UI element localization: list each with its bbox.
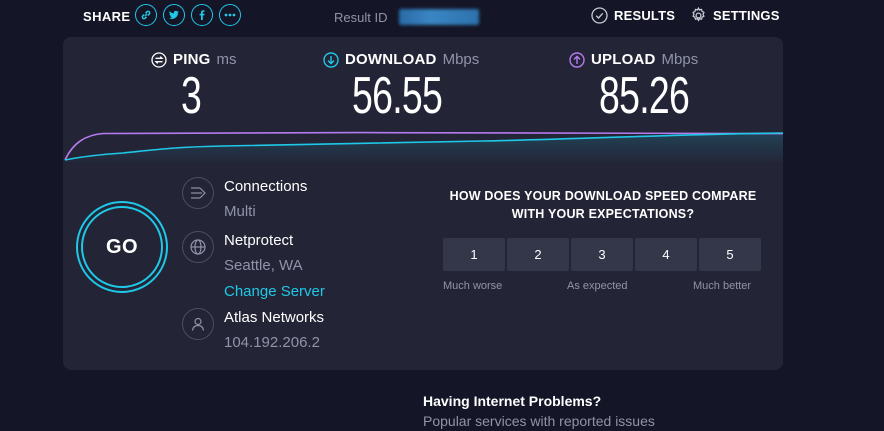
- ping-unit: ms: [216, 51, 237, 68]
- result-id: Result ID: [334, 9, 480, 25]
- globe-icon: [182, 231, 214, 263]
- top-bar: SHARE Result ID RESULTS SETTINGS: [0, 0, 884, 34]
- twitter-icon[interactable]: [163, 4, 185, 26]
- survey-scale-labels: Much worse As expected Much better: [443, 280, 763, 294]
- download-value: 56.55: [352, 67, 443, 125]
- survey-question-line2: WITH YOUR EXPECTATIONS?: [511, 207, 695, 221]
- result-id-value[interactable]: [399, 9, 480, 25]
- gear-icon: [692, 7, 705, 22]
- scale-label-high: Much better: [693, 280, 752, 292]
- rating-option-3[interactable]: 3: [571, 238, 633, 271]
- ping-icon: [151, 51, 167, 68]
- rating-option-2[interactable]: 2: [507, 238, 569, 271]
- problems-title[interactable]: Having Internet Problems?: [423, 393, 601, 409]
- isp-row: Atlas Networks 104.192.206.2: [182, 308, 324, 353]
- download-metric: DOWNLOAD Mbps 56.55: [323, 51, 479, 122]
- download-label: DOWNLOAD: [345, 51, 437, 68]
- upload-unit: Mbps: [661, 51, 699, 68]
- ping-value: 3: [181, 67, 202, 125]
- go-label: GO: [81, 206, 163, 288]
- survey-question-line1: HOW DOES YOUR DOWNLOAD SPEED COMPARE: [449, 189, 757, 203]
- connections-row: Connections Multi: [182, 177, 307, 222]
- share-label: SHARE: [83, 9, 131, 24]
- ip-address: 104.192.206.2: [224, 334, 320, 351]
- connections-value: Multi: [224, 203, 256, 220]
- rating-option-5[interactable]: 5: [699, 238, 761, 271]
- server-host-name: Netprotect: [224, 232, 294, 249]
- upload-value: 85.26: [599, 67, 690, 125]
- ping-label: PING: [173, 51, 211, 68]
- result-id-label: Result ID: [334, 10, 388, 25]
- isp-name: Atlas Networks: [224, 309, 325, 326]
- connections-label: Connections: [224, 178, 308, 195]
- change-server-link[interactable]: Change Server: [224, 282, 325, 302]
- upload-arrow-icon: [569, 51, 585, 68]
- user-icon: [182, 308, 214, 340]
- survey-scale: 1 2 3 4 5: [443, 238, 761, 271]
- download-arrow-icon: [323, 51, 339, 68]
- upload-metric: UPLOAD Mbps 85.26: [569, 51, 724, 122]
- settings-label: SETTINGS: [713, 8, 780, 23]
- link-icon[interactable]: [135, 4, 157, 26]
- results-label: RESULTS: [614, 8, 676, 23]
- settings-link[interactable]: SETTINGS: [690, 7, 780, 24]
- problems-subtitle: Popular services with reported issues: [423, 413, 655, 429]
- server-location: Seattle, WA: [224, 257, 303, 274]
- more-icon[interactable]: [219, 4, 241, 26]
- connections-icon: [182, 177, 214, 209]
- server-row: Netprotect Seattle, WA Change Server: [182, 231, 325, 302]
- scale-label-mid: As expected: [567, 280, 628, 292]
- results-card: PING ms 3 DOWNLOAD Mbps 56.55 UPLOAD Mbp…: [63, 37, 783, 370]
- go-button[interactable]: GO: [76, 201, 168, 293]
- upload-label: UPLOAD: [591, 51, 656, 68]
- download-unit: Mbps: [442, 51, 480, 68]
- facebook-icon[interactable]: [191, 4, 213, 26]
- rating-option-1[interactable]: 1: [443, 238, 505, 271]
- survey-question: HOW DOES YOUR DOWNLOAD SPEED COMPARE WIT…: [433, 187, 773, 223]
- ping-metric: PING ms 3: [151, 51, 236, 122]
- scale-label-low: Much worse: [443, 280, 503, 292]
- check-circle-icon: [591, 7, 608, 24]
- results-link[interactable]: RESULTS: [591, 7, 675, 24]
- speed-graph: [64, 131, 783, 165]
- rating-option-4[interactable]: 4: [635, 238, 697, 271]
- share-icons: [135, 4, 241, 26]
